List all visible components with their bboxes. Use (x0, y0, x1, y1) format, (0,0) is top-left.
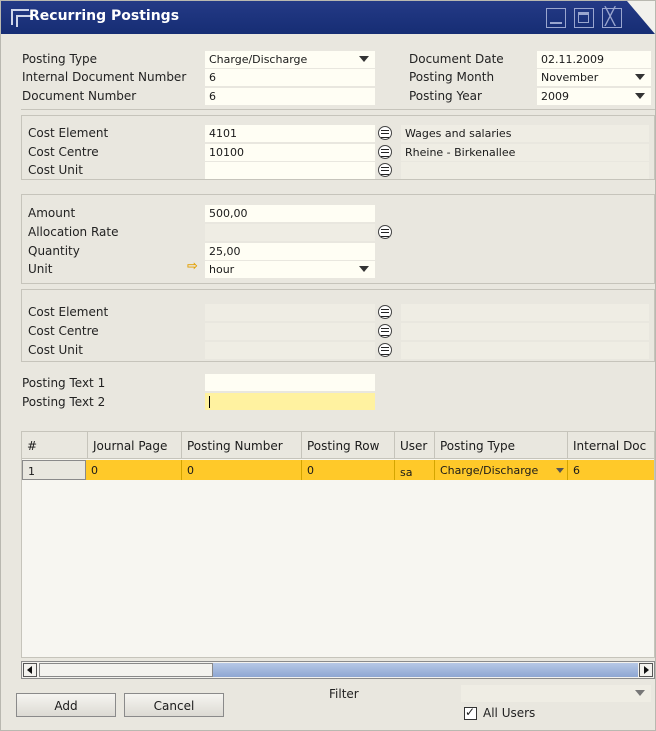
document-date-label: Document Date (409, 52, 504, 66)
document-number-label: Document Number (22, 89, 137, 103)
list-lookup-icon[interactable] (378, 305, 392, 319)
divider (21, 109, 655, 110)
postings-table: # Journal Page Posting Number Posting Ro… (21, 431, 655, 658)
column-header[interactable]: Journal Page (88, 432, 182, 459)
posting-month-select[interactable]: November (537, 69, 651, 86)
cost-centre-description: Rheine - Birkenallee (401, 144, 649, 161)
column-header[interactable]: # (22, 432, 88, 459)
window-title: Recurring Postings (29, 8, 180, 24)
posting-month-value: November (541, 71, 599, 84)
cost-unit-description (401, 162, 649, 179)
unit-value: hour (209, 263, 235, 276)
list-lookup-icon[interactable] (378, 343, 392, 357)
cost-element-description-2 (401, 304, 649, 321)
all-users-checkbox[interactable]: ✓ (464, 705, 477, 720)
close-icon: ╳ (605, 7, 616, 27)
add-button[interactable]: Add (16, 693, 116, 717)
quantity-label: Quantity (28, 244, 80, 258)
posting-year-select[interactable]: 2009 (537, 88, 651, 105)
cost-element-field[interactable]: 4101 (205, 125, 375, 142)
chevron-down-icon (635, 93, 645, 99)
chevron-down-icon (359, 266, 369, 272)
table-cell[interactable]: 0 (182, 460, 302, 480)
unit-select[interactable]: hour (205, 261, 375, 278)
scroll-left-icon[interactable] (23, 663, 37, 677)
quantity-field[interactable]: 25,00 (205, 243, 375, 260)
cost-centre-label: Cost Centre (28, 145, 99, 159)
document-date-field[interactable]: 02.11.2009 (537, 51, 651, 68)
cancel-button[interactable]: Cancel (124, 693, 224, 717)
posting-text-1-label: Posting Text 1 (22, 376, 106, 390)
unit-label: Unit (28, 262, 53, 276)
column-header[interactable]: Posting Type (435, 432, 568, 459)
list-lookup-icon[interactable] (378, 324, 392, 338)
scroll-track[interactable] (213, 663, 638, 677)
document-number-field[interactable]: 6 (205, 88, 375, 105)
cost-centre-label-2: Cost Centre (28, 324, 99, 338)
text-cursor (209, 396, 210, 408)
allocation-rate-label: Allocation Rate (28, 225, 119, 239)
cost-unit-label: Cost Unit (28, 163, 83, 177)
chevron-down-icon (556, 468, 564, 473)
link-arrow-icon[interactable]: ⇨ (187, 259, 198, 274)
list-lookup-icon[interactable] (378, 225, 392, 239)
table-cell[interactable]: 0 (86, 460, 182, 480)
table-cell[interactable]: 6 (568, 460, 654, 480)
list-lookup-icon[interactable] (378, 126, 392, 140)
posting-type-label: Posting Type (22, 52, 98, 66)
title-bar: Recurring Postings ╳ (1, 1, 655, 34)
amount-label: Amount (28, 206, 76, 220)
posting-type-select[interactable]: Charge/Discharge (205, 51, 375, 68)
amount-field[interactable]: 500,00 (205, 205, 375, 222)
cost-element-label-2: Cost Element (28, 305, 109, 319)
checkmark-icon: ✓ (465, 705, 476, 719)
table-cell[interactable]: 0 (302, 460, 395, 480)
posting-text-2-label: Posting Text 2 (22, 395, 106, 409)
internal-document-number-label: Internal Document Number (22, 70, 187, 84)
posting-month-label: Posting Month (409, 70, 495, 84)
window-icon (11, 9, 32, 27)
column-header[interactable]: Posting Row (302, 432, 395, 459)
recurring-postings-window: Recurring Postings ╳ Posting Type Charge… (0, 0, 656, 731)
cost-unit-field-2[interactable] (205, 342, 375, 359)
column-header[interactable]: Internal Doc (568, 432, 654, 459)
list-lookup-icon[interactable] (378, 163, 392, 177)
cost-element-field-2[interactable] (205, 304, 375, 321)
chevron-down-icon (635, 74, 645, 80)
chevron-down-icon (359, 56, 369, 62)
list-lookup-icon[interactable] (378, 145, 392, 159)
cost-unit-label-2: Cost Unit (28, 343, 83, 357)
column-header[interactable]: Posting Number (182, 432, 302, 459)
posting-type-cell-value: Charge/Discharge (440, 464, 539, 477)
maximize-button[interactable] (574, 8, 594, 28)
cost-centre-field[interactable]: 10100 (205, 144, 375, 161)
posting-type-cell[interactable]: Charge/Discharge (435, 460, 568, 480)
posting-text-1-field[interactable] (205, 374, 375, 391)
internal-document-number-field[interactable]: 6 (205, 69, 375, 86)
table-cell[interactable]: sa (395, 460, 435, 480)
column-header[interactable]: User (395, 432, 435, 459)
posting-year-label: Posting Year (409, 89, 482, 103)
posting-type-value: Charge/Discharge (209, 53, 308, 66)
minimize-button[interactable] (546, 8, 566, 28)
cost-centre-description-2 (401, 323, 649, 340)
posting-year-value: 2009 (541, 90, 569, 103)
row-number-cell[interactable]: 1 (22, 460, 86, 480)
cost-element-description: Wages and salaries (401, 125, 649, 142)
cost-centre-field-2[interactable] (205, 323, 375, 340)
allocation-rate-field[interactable] (205, 224, 375, 241)
cost-unit-field[interactable] (205, 162, 375, 179)
posting-text-2-field[interactable] (205, 393, 375, 410)
close-button[interactable]: ╳ (602, 7, 622, 28)
filter-label: Filter (329, 687, 359, 701)
cost-element-label: Cost Element (28, 126, 109, 140)
title-corner (627, 1, 655, 34)
filter-select[interactable] (461, 685, 651, 702)
all-users-label: All Users (483, 706, 536, 720)
scroll-thumb[interactable] (39, 663, 213, 677)
scroll-right-icon[interactable] (639, 663, 653, 677)
cost-unit-description-2 (401, 342, 649, 359)
chevron-down-icon (635, 690, 645, 696)
horizontal-scrollbar[interactable] (21, 661, 655, 679)
